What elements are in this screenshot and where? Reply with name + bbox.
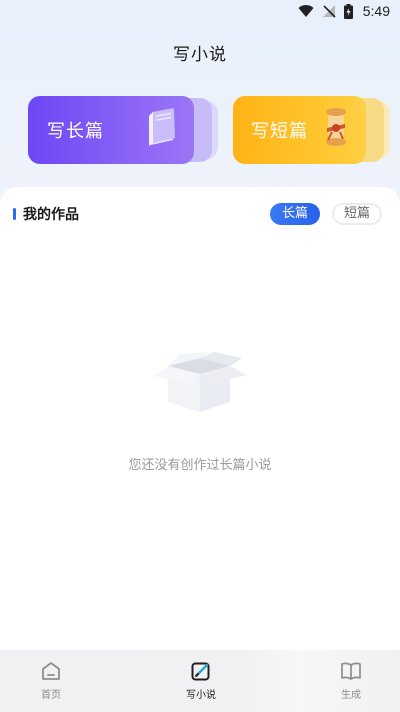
wifi-icon bbox=[298, 4, 314, 18]
nav-item-generate[interactable]: 生成 bbox=[330, 650, 372, 712]
home-icon bbox=[41, 661, 61, 681]
status-bar: 5:49 bbox=[0, 0, 400, 24]
empty-box-icon bbox=[152, 352, 248, 428]
scroll-icon bbox=[319, 106, 353, 156]
bottom-nav: 首页 写小说 生成 bbox=[0, 650, 400, 712]
nav-label-write: 写小说 bbox=[186, 690, 216, 701]
write-long-label: 写长篇 bbox=[47, 121, 104, 142]
write-short-label: 写短篇 bbox=[251, 121, 308, 142]
work-type-tabs: 长篇 短篇 bbox=[270, 203, 382, 225]
book-icon bbox=[142, 108, 180, 152]
nav-label-generate: 生成 bbox=[341, 690, 361, 701]
status-time: 5:49 bbox=[362, 3, 390, 19]
write-long-card[interactable]: 写长篇 bbox=[28, 96, 218, 164]
section-title-bar bbox=[13, 208, 16, 220]
write-icon bbox=[191, 661, 211, 681]
works-panel: 我的作品 长篇 短篇 您还没有创作过长篇小说 bbox=[0, 187, 400, 657]
open-book-icon bbox=[340, 661, 362, 681]
empty-state-text: 您还没有创作过长篇小说 bbox=[128, 458, 272, 473]
section-title-text: 我的作品 bbox=[23, 207, 79, 223]
tab-long[interactable]: 长篇 bbox=[270, 203, 320, 225]
nav-item-home[interactable]: 首页 bbox=[30, 650, 72, 712]
battery-charging-icon bbox=[343, 3, 353, 19]
nav-item-write[interactable]: 写小说 bbox=[180, 650, 222, 712]
nav-label-home: 首页 bbox=[41, 690, 61, 701]
write-short-card[interactable]: 写短篇 bbox=[233, 96, 390, 164]
tab-short[interactable]: 短篇 bbox=[332, 203, 382, 225]
section-title: 我的作品 bbox=[13, 204, 79, 224]
no-signal-icon bbox=[322, 4, 336, 18]
page-title: 写小说 bbox=[173, 45, 227, 65]
